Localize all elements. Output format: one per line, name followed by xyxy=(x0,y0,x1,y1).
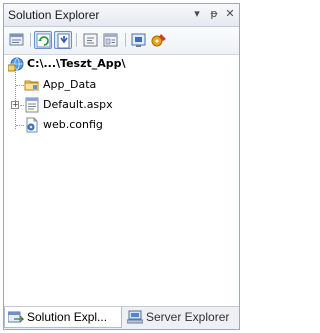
copy-website-button[interactable] xyxy=(130,31,148,49)
config-file-icon xyxy=(26,117,38,133)
server-explorer-icon xyxy=(127,310,143,324)
title-bar: Solution Explorer ▾ ᵽ ✕ xyxy=(4,4,239,27)
view-code-icon xyxy=(83,33,98,47)
properties-icon xyxy=(9,33,24,46)
folder-icon xyxy=(24,80,39,91)
view-code-button[interactable] xyxy=(82,31,100,49)
tree-root-label: C:\...\Teszt_App\ xyxy=(27,57,126,70)
tree-item-label: web.config xyxy=(43,118,103,131)
tab-label: Solution Expl... xyxy=(27,310,108,324)
aspx-page-icon xyxy=(25,97,39,113)
toolbar-separator xyxy=(30,33,31,47)
tab-server-explorer[interactable]: Server Explorer xyxy=(124,307,240,328)
copy-website-icon xyxy=(131,33,146,47)
web-project-icon xyxy=(8,57,24,72)
tree-item-app-data[interactable]: App_Data xyxy=(24,76,204,94)
window-position-dropdown-icon[interactable]: ▾ xyxy=(190,7,204,21)
tree-item-web-config[interactable]: web.config xyxy=(24,116,204,134)
panel-title: Solution Explorer xyxy=(8,8,100,22)
toolbar-separator xyxy=(125,33,126,47)
properties-button[interactable] xyxy=(8,31,26,49)
toolbar xyxy=(4,27,239,55)
nest-related-files-button[interactable] xyxy=(54,31,72,49)
tree-root-node[interactable]: C:\...\Teszt_App\ xyxy=(8,55,208,73)
auto-hide-pin-icon[interactable]: ᵽ xyxy=(207,7,221,21)
tree-item-label: Default.aspx xyxy=(43,98,113,111)
view-designer-icon xyxy=(103,33,118,47)
solution-explorer-panel: Solution Explorer ▾ ᵽ ✕ C:\...\Teszt_App… xyxy=(3,3,240,330)
nest-related-files-icon xyxy=(57,33,70,49)
solution-tree: C:\...\Teszt_App\ App_Data + Default.asp… xyxy=(4,55,239,295)
close-icon[interactable]: ✕ xyxy=(223,7,237,21)
asp-net-configuration-icon xyxy=(151,34,166,47)
toolbar-separator xyxy=(76,33,77,47)
refresh-button[interactable] xyxy=(34,31,52,49)
asp-net-configuration-button[interactable] xyxy=(150,31,168,49)
tree-item-label: App_Data xyxy=(43,78,97,91)
tab-label: Server Explorer xyxy=(146,310,230,324)
view-designer-button[interactable] xyxy=(102,31,120,49)
tree-connector-line xyxy=(15,69,16,129)
tree-expand-toggle[interactable]: + xyxy=(11,101,19,109)
tab-strip: Solution Expl... Server Explorer xyxy=(4,306,239,329)
solution-explorer-icon xyxy=(8,311,24,323)
refresh-icon xyxy=(36,33,51,48)
tree-item-default-aspx[interactable]: Default.aspx xyxy=(24,96,204,114)
tree-connector-line xyxy=(16,85,24,86)
tab-solution-explorer[interactable]: Solution Expl... xyxy=(4,307,122,328)
tree-connector-line xyxy=(16,125,24,126)
